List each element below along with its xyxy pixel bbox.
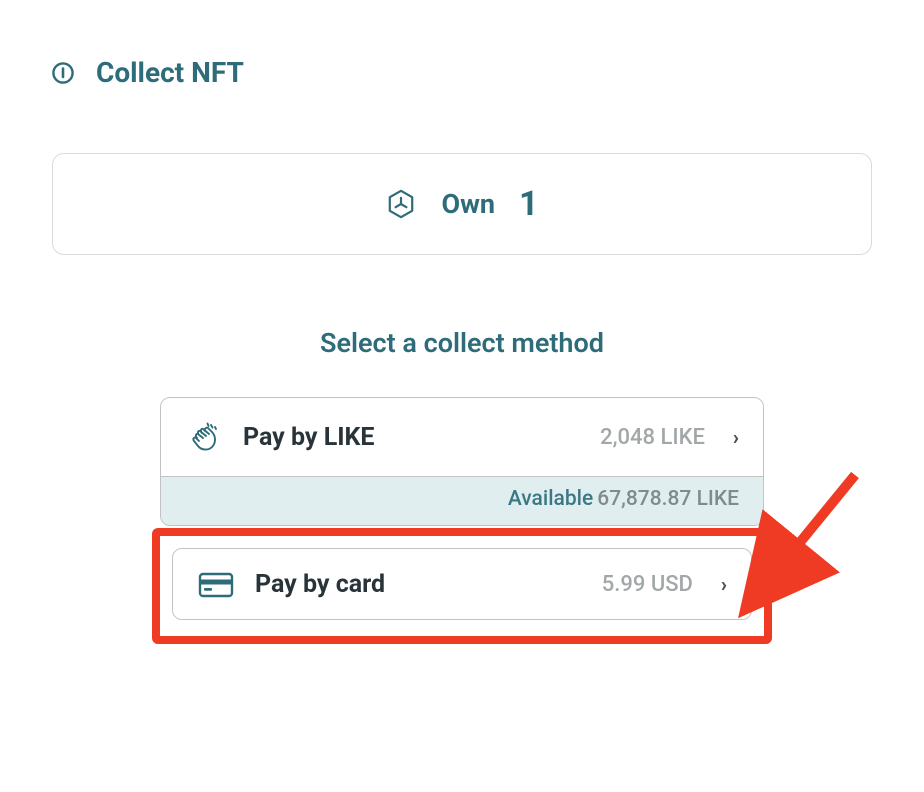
own-label: Own xyxy=(441,188,495,220)
cube-icon xyxy=(385,188,417,220)
available-label: Available xyxy=(508,487,593,511)
highlight-annotation: Pay by card 5.99 USD › xyxy=(152,528,772,644)
pay-by-like-price: 2,048 LIKE xyxy=(600,425,705,450)
info-icon xyxy=(52,62,74,84)
own-count: 1 xyxy=(519,184,539,224)
pay-by-card-price: 5.99 USD xyxy=(602,572,693,597)
available-amount: 67,878.87 LIKE xyxy=(597,487,739,511)
available-balance-row: Available 67,878.87 LIKE xyxy=(161,476,763,525)
own-box: Own 1 xyxy=(52,153,872,255)
pay-by-like-label: Pay by LIKE xyxy=(243,423,375,452)
clap-icon xyxy=(185,418,223,456)
pay-by-card-label: Pay by card xyxy=(255,570,385,599)
pay-by-card-group: Pay by card 5.99 USD › xyxy=(172,548,752,620)
select-method-heading: Select a collect method xyxy=(52,327,872,359)
credit-card-icon xyxy=(197,569,235,599)
chevron-right-icon: › xyxy=(721,572,727,596)
chevron-right-icon: › xyxy=(733,425,739,449)
page-header: Collect NFT xyxy=(52,56,872,89)
pay-by-like-button[interactable]: Pay by LIKE 2,048 LIKE › xyxy=(161,398,763,476)
page-title: Collect NFT xyxy=(96,56,244,89)
collect-methods: Pay by LIKE 2,048 LIKE › Available 67,87… xyxy=(152,397,772,644)
pay-by-like-group: Pay by LIKE 2,048 LIKE › Available 67,87… xyxy=(160,397,764,526)
pay-by-card-button[interactable]: Pay by card 5.99 USD › xyxy=(173,549,751,619)
